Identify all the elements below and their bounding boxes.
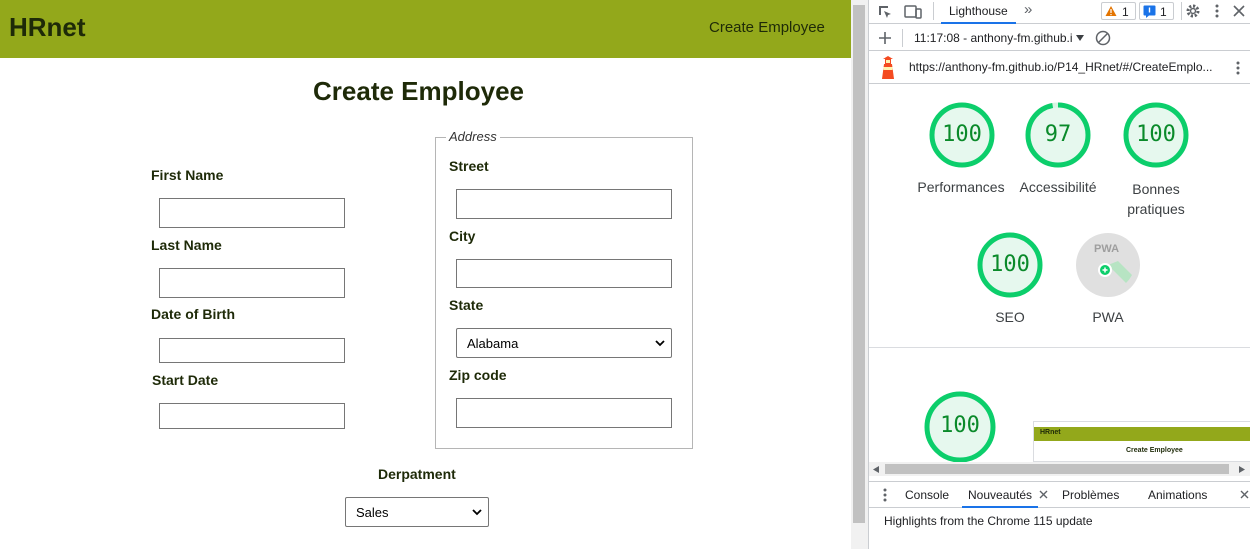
- warnings-badge[interactable]: 1: [1101, 2, 1136, 20]
- address-legend: Address: [446, 129, 500, 144]
- drawer-tab-nouveautes-label: Nouveautés: [968, 488, 1033, 502]
- kebab-menu-icon[interactable]: [1214, 3, 1220, 19]
- scroll-left-icon[interactable]: [873, 466, 879, 473]
- kebab-menu-icon[interactable]: [1235, 60, 1241, 76]
- zip-code-label: Zip code: [449, 367, 507, 383]
- lighthouse-report: 100 Performances 97 Accessibilité 100 Bo…: [869, 85, 1250, 462]
- final-screenshot-thumbnail[interactable]: HRnet Create Employee: [1033, 421, 1250, 462]
- best-practices-label: Bonnes pratiques: [1127, 181, 1185, 217]
- first-name-label: First Name: [151, 167, 224, 183]
- first-name-input[interactable]: [159, 198, 345, 228]
- report-url[interactable]: https://anthony-fm.github.io/P14_HRnet/#…: [909, 60, 1219, 74]
- chevron-down-icon: [472, 509, 482, 516]
- drawer-tab-problemes[interactable]: Problèmes: [1062, 488, 1119, 502]
- pwa-badge-text: PWA: [1094, 243, 1120, 255]
- start-date-input[interactable]: [159, 403, 345, 429]
- section-divider: [869, 347, 1250, 348]
- close-tab-icon[interactable]: [1039, 490, 1048, 499]
- brand-logo[interactable]: HRnet: [9, 12, 86, 43]
- drawer-toolbar: Console Nouveautés Problèmes Animations: [869, 481, 1250, 508]
- pwa-label: PWA: [1092, 309, 1124, 325]
- gear-icon[interactable]: [1185, 3, 1201, 19]
- lighthouse-toolbar: 11:17:08 - anthony-fm.github.i: [869, 25, 1250, 51]
- seo-label: SEO: [995, 309, 1025, 325]
- last-name-input[interactable]: [159, 268, 345, 298]
- accessibility-label: Accessibilité: [1019, 179, 1097, 195]
- messages-badge[interactable]: 1: [1139, 2, 1174, 20]
- message-icon: [1143, 5, 1156, 18]
- seo-score: 100: [990, 252, 1030, 277]
- warning-icon: [1105, 6, 1117, 16]
- zip-code-input[interactable]: [456, 398, 672, 428]
- street-label: Street: [449, 158, 489, 174]
- report-selector[interactable]: 11:17:08 - anthony-fm.github.i: [914, 31, 1073, 45]
- messages-count: 1: [1160, 5, 1167, 19]
- drawer-tab-nouveautes[interactable]: Nouveautés: [962, 482, 1039, 508]
- tab-lighthouse[interactable]: Lighthouse: [941, 3, 1016, 24]
- nav-create-employee-link[interactable]: Create Employee: [709, 19, 825, 36]
- report-url-bar: https://anthony-fm.github.io/P14_HRnet/#…: [869, 52, 1250, 84]
- page-scrollbar-thumb[interactable]: [853, 5, 865, 523]
- warnings-count: 1: [1122, 5, 1129, 19]
- accessibility-score: 97: [1044, 122, 1072, 147]
- state-label: State: [449, 297, 484, 313]
- toolbar-divider: [902, 29, 903, 47]
- chevron-down-icon: [655, 340, 665, 347]
- start-date-label: Start Date: [152, 372, 219, 388]
- performance-score: 100: [942, 122, 982, 147]
- whats-new-highlight[interactable]: Highlights from the Chrome 115 update: [884, 514, 1093, 528]
- department-select[interactable]: Sales: [345, 497, 489, 527]
- street-input[interactable]: [456, 189, 672, 219]
- date-of-birth-input[interactable]: [159, 338, 345, 363]
- app-header: HRnet Create Employee: [0, 0, 851, 58]
- page-title: Create Employee: [313, 76, 524, 106]
- inspect-element-icon[interactable]: [877, 4, 893, 20]
- dropdown-arrow-icon[interactable]: [1076, 35, 1084, 41]
- toolbar-divider: [933, 2, 934, 20]
- department-select-value: Sales: [356, 505, 389, 520]
- best-practices-score: 100: [1136, 122, 1176, 147]
- date-of-birth-label: Date of Birth: [151, 306, 235, 322]
- thumbnail-brand: HRnet: [1040, 429, 1061, 436]
- lighthouse-icon: [882, 56, 894, 79]
- city-label: City: [449, 228, 476, 244]
- scrollbar-thumb[interactable]: [885, 464, 1229, 474]
- tab-lighthouse-label: Lighthouse: [949, 4, 1008, 18]
- devtools-main-toolbar: Lighthouse » 1 1: [869, 0, 1250, 24]
- close-icon[interactable]: [1233, 5, 1245, 17]
- department-label: Derpatment: [378, 466, 456, 482]
- drawer-tab-console[interactable]: Console: [905, 488, 949, 502]
- thumbnail-header: HRnet: [1034, 427, 1250, 441]
- plus-icon[interactable]: [878, 31, 892, 45]
- city-input[interactable]: [456, 259, 672, 288]
- state-select-value: Alabama: [467, 336, 519, 351]
- performance-label: Performances: [917, 179, 1005, 195]
- toolbar-divider: [1181, 2, 1182, 20]
- hrnet-page: HRnet Create Employee Create Employee Fi…: [0, 0, 851, 549]
- drawer-menu-icon[interactable]: [882, 487, 888, 503]
- performance-detail-score: 100: [940, 413, 980, 438]
- report-horizontal-scrollbar[interactable]: [869, 462, 1250, 476]
- thumbnail-title: Create Employee: [1126, 447, 1183, 454]
- more-tabs-icon[interactable]: »: [1024, 2, 1032, 17]
- drawer-tab-animations[interactable]: Animations: [1148, 488, 1207, 502]
- pwa-gauge[interactable]: [1074, 231, 1142, 299]
- devtools-panel: Lighthouse » 1 1 11:17:08 - anthony-fm.g…: [868, 0, 1250, 549]
- close-drawer-icon[interactable]: [1240, 490, 1249, 499]
- scroll-right-icon[interactable]: [1239, 466, 1245, 473]
- state-select[interactable]: Alabama: [456, 328, 672, 358]
- clear-icon[interactable]: [1095, 30, 1111, 46]
- last-name-label: Last Name: [151, 237, 222, 253]
- device-toolbar-icon[interactable]: [904, 4, 922, 20]
